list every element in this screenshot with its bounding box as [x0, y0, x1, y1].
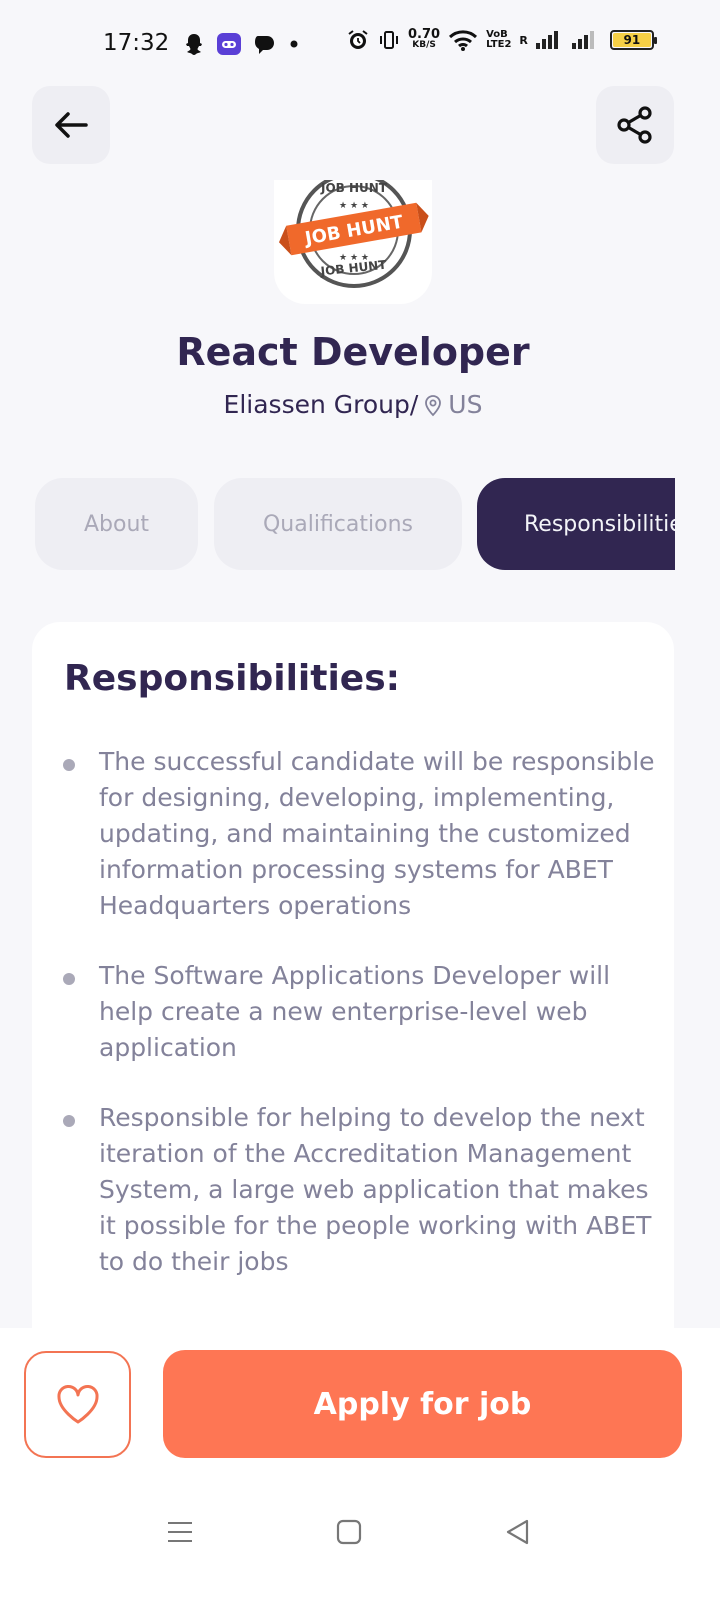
bullet-icon: [63, 973, 75, 985]
dot-icon: [290, 40, 298, 48]
heart-icon: [56, 1384, 99, 1423]
apply-button[interactable]: Apply for job: [163, 1350, 682, 1458]
system-back-button[interactable]: [498, 1512, 538, 1552]
back-button[interactable]: [32, 86, 110, 164]
location-pin-icon: [425, 394, 442, 416]
like-button[interactable]: [24, 1351, 131, 1458]
snapchat-icon: [186, 34, 202, 55]
list-item: Responsible for helping to develop the n…: [62, 1100, 662, 1280]
alarm-icon: [348, 30, 368, 49]
logo-top-text: JOB HUNT: [320, 181, 388, 195]
job-title: React Developer: [176, 330, 530, 374]
status-bar: 17:32 0.70 KB/S VoB LTE2 R 91: [0, 0, 720, 92]
triangle-back-icon: [506, 1519, 529, 1545]
tab-bar: About Qualifications Responsibilities: [35, 478, 675, 570]
logo-stars-bottom: ★ ★ ★: [339, 253, 369, 263]
menu-icon: [168, 1522, 192, 1542]
tab-about[interactable]: About: [35, 478, 198, 570]
bullet-icon: [63, 1115, 75, 1127]
list-item-text: The Software Applications Developer will…: [99, 961, 611, 1062]
volte-bottom: LTE2: [486, 39, 512, 50]
responsibilities-card: Responsibilities: The successful candida…: [32, 622, 674, 1342]
status-time: 17:32: [103, 30, 170, 56]
company-location-row: Eliassen Group/ US: [0, 390, 706, 419]
list-item: The successful candidate will be respons…: [62, 744, 662, 924]
job-hunt-logo: JOB HUNT JOB HUNT JOB HUNT ★ ★ ★ ★ ★ ★: [278, 180, 429, 288]
list-item: The Software Applications Developer will…: [62, 958, 662, 1066]
system-nav-bar: [0, 1478, 720, 1600]
job-location: US: [448, 390, 483, 419]
volte-indicator: VoB LTE2: [486, 30, 511, 50]
company-logo: JOB HUNT JOB HUNT JOB HUNT ★ ★ ★ ★ ★ ★: [274, 180, 432, 304]
share-button[interactable]: [596, 86, 674, 164]
wifi-icon: [449, 30, 478, 51]
company-name: Eliassen Group/: [223, 390, 419, 419]
system-icons: 0.70 KB/S VoB LTE2 R 91: [346, 27, 657, 52]
tab-responsibilities[interactable]: Responsibilities: [477, 478, 675, 570]
vibrate-icon: [380, 31, 398, 49]
network-speed: 0.70 KB/S: [408, 27, 441, 51]
battery-level: 91: [612, 33, 651, 47]
list-item-text: The successful candidate will be respons…: [99, 747, 655, 920]
roaming-indicator: R: [519, 33, 528, 47]
footer-bar: Apply for job: [0, 1328, 720, 1478]
home-button[interactable]: [329, 1512, 369, 1552]
network-speed-value: 0.70: [408, 27, 441, 42]
chat-icon: [255, 36, 274, 54]
notification-icons: [184, 32, 300, 56]
battery-indicator: 91: [609, 30, 657, 50]
tab-qualifications[interactable]: Qualifications: [214, 478, 462, 570]
app-icon: [217, 33, 241, 55]
square-icon: [336, 1519, 362, 1545]
list-item-text: Responsible for helping to develop the n…: [99, 1103, 652, 1276]
signal-bars-2: [571, 31, 594, 49]
logo-stars-top: ★ ★ ★: [339, 201, 369, 211]
arrow-left-icon: [55, 112, 88, 138]
bullet-icon: [63, 759, 75, 771]
share-icon: [617, 106, 652, 144]
recent-apps-button[interactable]: [160, 1512, 200, 1552]
network-speed-unit: KB/S: [412, 40, 436, 50]
signal-bars-1: [535, 31, 558, 49]
responsibilities-list: The successful candidate will be respons…: [62, 744, 662, 1314]
section-title: Responsibilities:: [64, 658, 401, 699]
